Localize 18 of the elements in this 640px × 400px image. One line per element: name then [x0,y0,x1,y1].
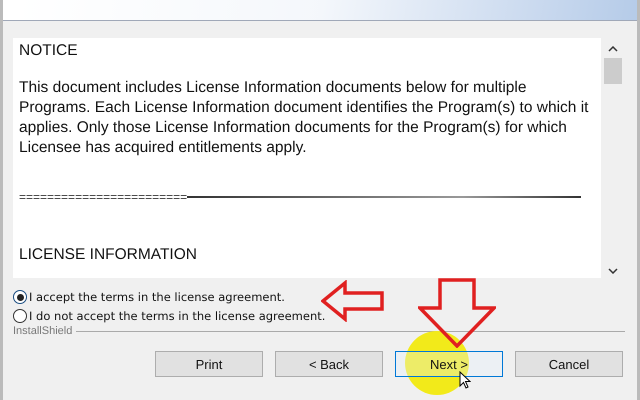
dialog-button[interactable]: Next > [395,351,503,377]
dialog-button[interactable]: Print [155,351,263,377]
radio-button[interactable] [13,290,27,304]
cursor-icon [459,371,471,389]
radio-option[interactable]: I accept the terms in the license agreement. [13,290,285,304]
dialog-button[interactable]: Cancel [515,351,623,377]
scroll-up-icon[interactable] [608,46,618,52]
scroll-down-icon[interactable] [608,268,618,274]
radio-option[interactable]: I do not accept the terms in the license agreement. [13,309,326,323]
scroll-thumb[interactable] [604,58,622,84]
radio-button[interactable] [13,309,27,323]
installshield-label: InstallShield [13,325,72,337]
section-heading: LICENSE INFORMATION [19,246,198,264]
separator-text: ======================== [19,190,188,204]
license-paragraph: This document includes License Information documents below for multiple Programs. Each License Information document identifies the Program(s) to which it applies. Only those License Information documents for the Program(s) for which Licensee has acquired entitlements apply. [19,78,589,158]
dialog-button[interactable]: < Back [275,351,383,377]
notice-heading: NOTICE [19,42,79,60]
arrow-icon [418,278,496,348]
